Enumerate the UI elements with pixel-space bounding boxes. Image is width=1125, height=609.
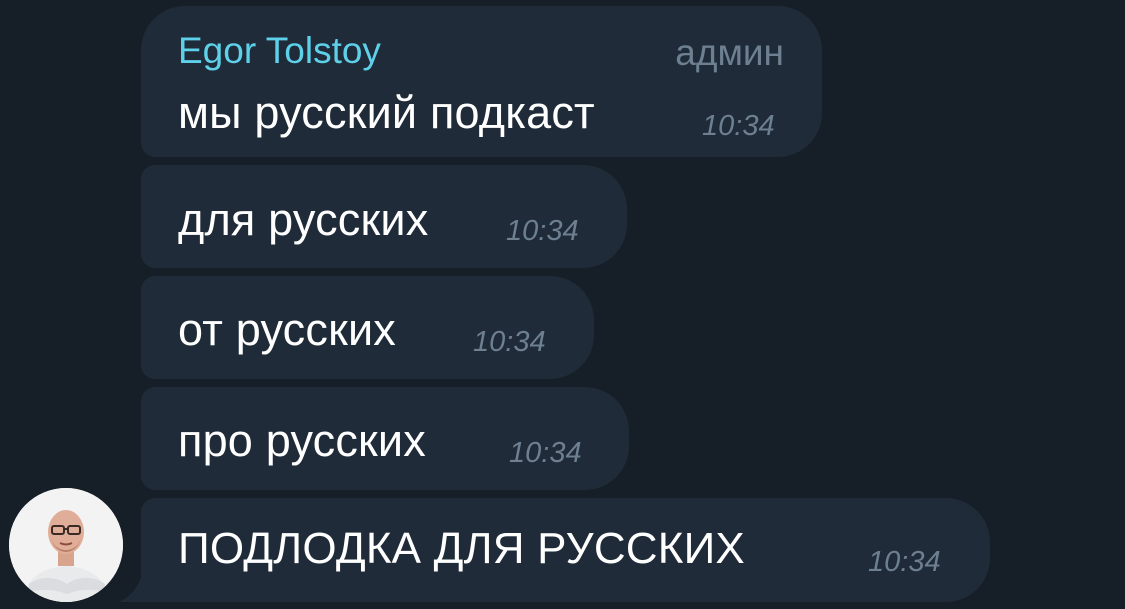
message-text: от русских	[178, 304, 396, 355]
user-avatar[interactable]	[9, 488, 123, 602]
message-text: про русских	[178, 415, 426, 466]
message-bubble[interactable]: от русских 10:34	[141, 276, 594, 379]
message-bubble[interactable]: Egor Tolstoy админ мы русский подкаст 10…	[141, 6, 822, 157]
message-time: 10:34	[506, 215, 579, 247]
chat-view: Egor Tolstoy админ мы русский подкаст 10…	[0, 0, 1125, 609]
user-avatar-photo-icon	[9, 488, 123, 602]
message-text: для русских	[178, 194, 429, 245]
message-time: 10:34	[702, 110, 775, 142]
message-text: мы русский подкаст	[178, 87, 595, 138]
sender-role-badge: админ	[675, 32, 784, 73]
sender-name[interactable]: Egor Tolstoy	[178, 32, 381, 69]
message-time: 10:34	[473, 326, 546, 358]
message-bubble[interactable]: про русских 10:34	[141, 387, 629, 490]
message-text: ПОДЛОДКА ДЛЯ РУССКИХ	[178, 524, 745, 573]
message-time: 10:34	[868, 546, 941, 578]
message-bubble[interactable]: для русских 10:34	[141, 165, 627, 268]
message-bubble[interactable]: ПОДЛОДКА ДЛЯ РУССКИХ 10:34	[141, 498, 990, 602]
message-time: 10:34	[509, 437, 582, 469]
